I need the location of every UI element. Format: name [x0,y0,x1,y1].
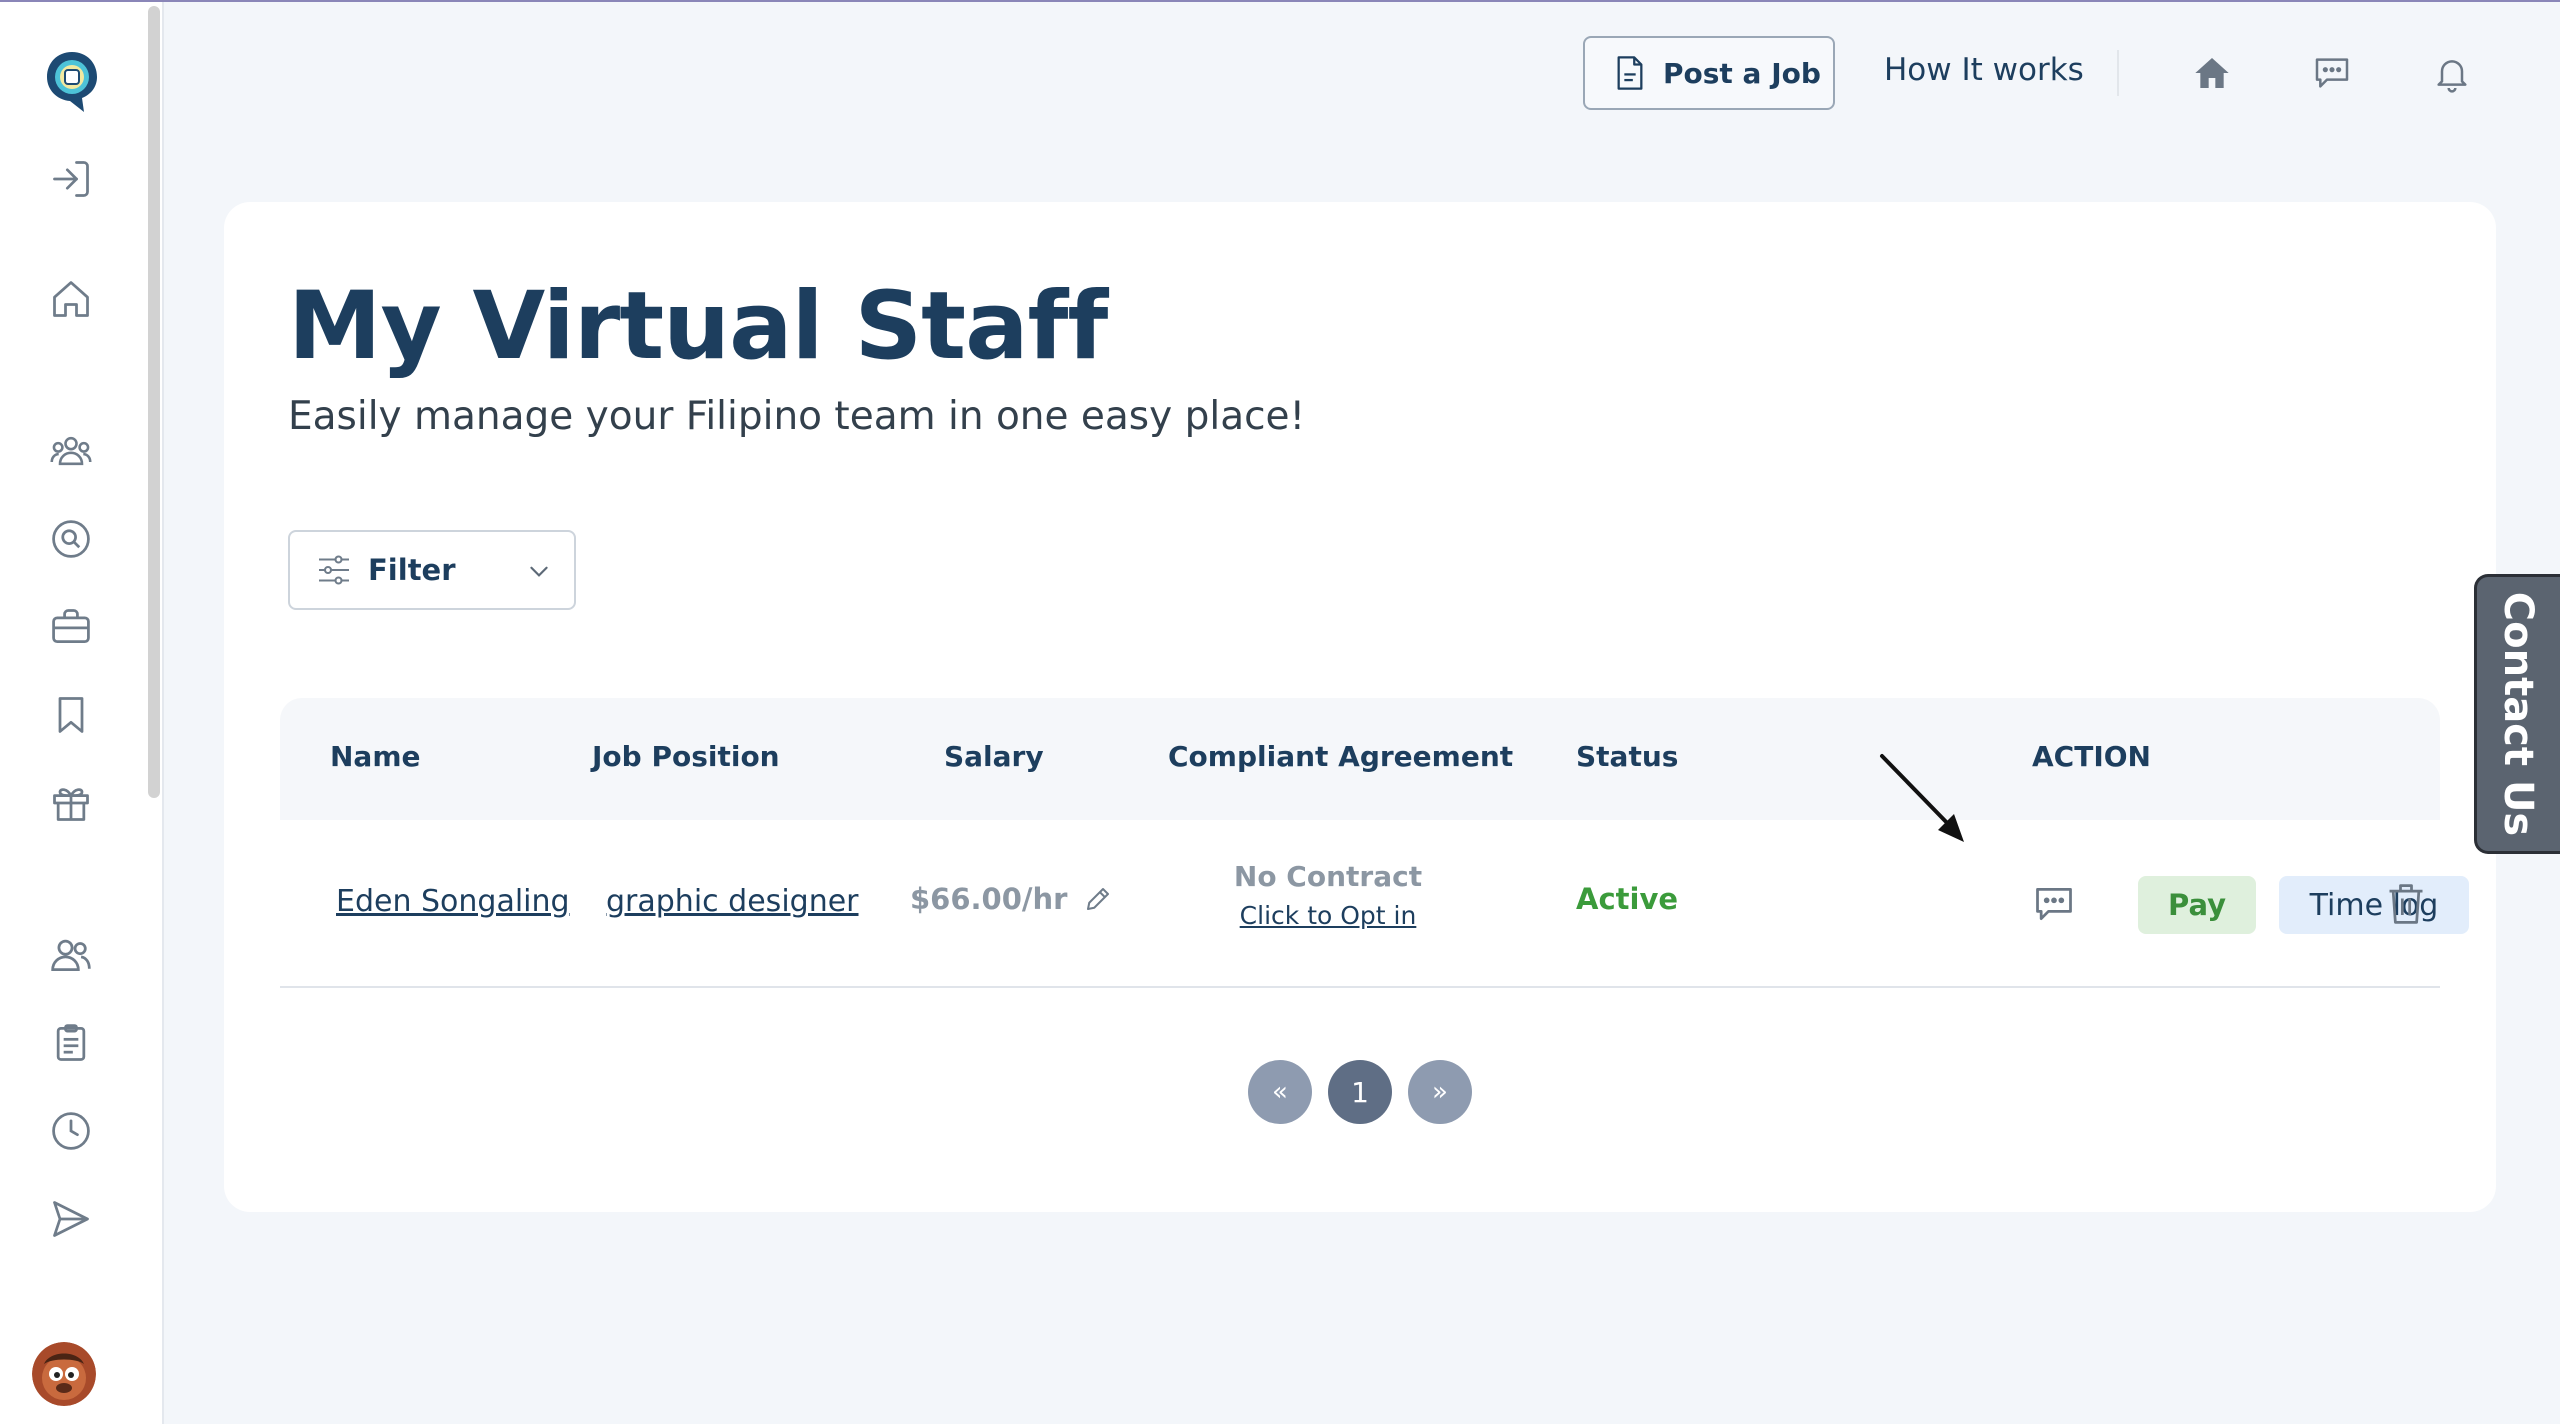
chevron-down-icon [530,566,548,577]
users-icon[interactable] [48,932,94,978]
column-header-job-position: Job Position [592,740,780,773]
edit-pencil-icon[interactable] [1083,884,1113,914]
post-job-button[interactable]: Post a Job [1583,36,1835,110]
opt-in-link[interactable]: Click to Opt in [1160,901,1496,930]
contact-us-label: Contact Us [2495,591,2542,837]
agreement-cell: No Contract Click to Opt in [1160,860,1496,930]
window-top-border [0,0,2560,2]
job-position-link[interactable]: graphic designer [606,884,859,919]
sidebar [0,2,164,1424]
logo-icon[interactable] [44,50,100,114]
salary-value: $66.00/hr [910,882,1068,916]
column-header-compliant-agreement: Compliant Agreement [1168,740,1514,773]
header-divider [2117,50,2119,96]
send-icon[interactable] [48,1196,94,1242]
column-header-salary: Salary [944,740,1044,773]
time-log-button[interactable]: Time log [2279,876,2469,934]
chat-icon[interactable] [2309,50,2355,96]
avatar[interactable] [32,1342,96,1406]
page-subtitle: Easily manage your Filipino team in one … [288,394,1306,439]
pagination-prev-button[interactable]: « [1248,1060,1312,1124]
sidebar-scrollbar[interactable] [148,6,160,798]
status-badge: Active [1576,882,1679,916]
document-icon [1617,56,1643,90]
column-header-status: Status [1576,740,1679,773]
table-header: Name Job Position Salary Compliant Agree… [280,698,2440,820]
filter-dropdown[interactable]: Filter [288,530,576,610]
gift-icon[interactable] [48,780,94,826]
home-icon[interactable] [48,276,94,322]
agreement-status: No Contract [1233,860,1423,893]
clock-icon[interactable] [48,1108,94,1154]
clipboard-icon[interactable] [48,1020,94,1066]
login-icon[interactable] [48,156,94,202]
home-filled-icon[interactable] [2189,50,2235,96]
bookmark-icon[interactable] [48,692,94,738]
how-it-works-link[interactable]: How It works [1884,52,2084,96]
salary-cell: $66.00/hr [910,882,1113,916]
team-icon[interactable] [48,428,94,474]
search-icon[interactable] [48,516,94,562]
contact-us-tab[interactable]: Contact Us [2474,574,2560,854]
message-staff-icon[interactable] [2032,882,2076,926]
column-header-action: ACTION [2032,740,2151,773]
sliders-icon [319,555,349,585]
pagination-next-button[interactable]: » [1408,1060,1472,1124]
briefcase-icon[interactable] [48,604,94,650]
filter-label: Filter [368,553,456,587]
pagination-page-button[interactable]: 1 [1328,1060,1392,1124]
staff-card: My Virtual Staff Easily manage your Fili… [224,202,2496,1212]
post-job-label: Post a Job [1663,56,1821,90]
trash-icon[interactable] [2384,880,2428,928]
page-title: My Virtual Staff [288,272,1108,381]
staff-name-link[interactable]: Eden Songaling [336,884,570,919]
annotation-arrow-icon [1880,754,1964,842]
column-header-name: Name [330,740,421,773]
pay-button[interactable]: Pay [2138,876,2256,934]
bell-icon[interactable] [2429,50,2475,96]
table-row: Eden Songaling graphic designer $66.00/h… [280,820,2469,988]
